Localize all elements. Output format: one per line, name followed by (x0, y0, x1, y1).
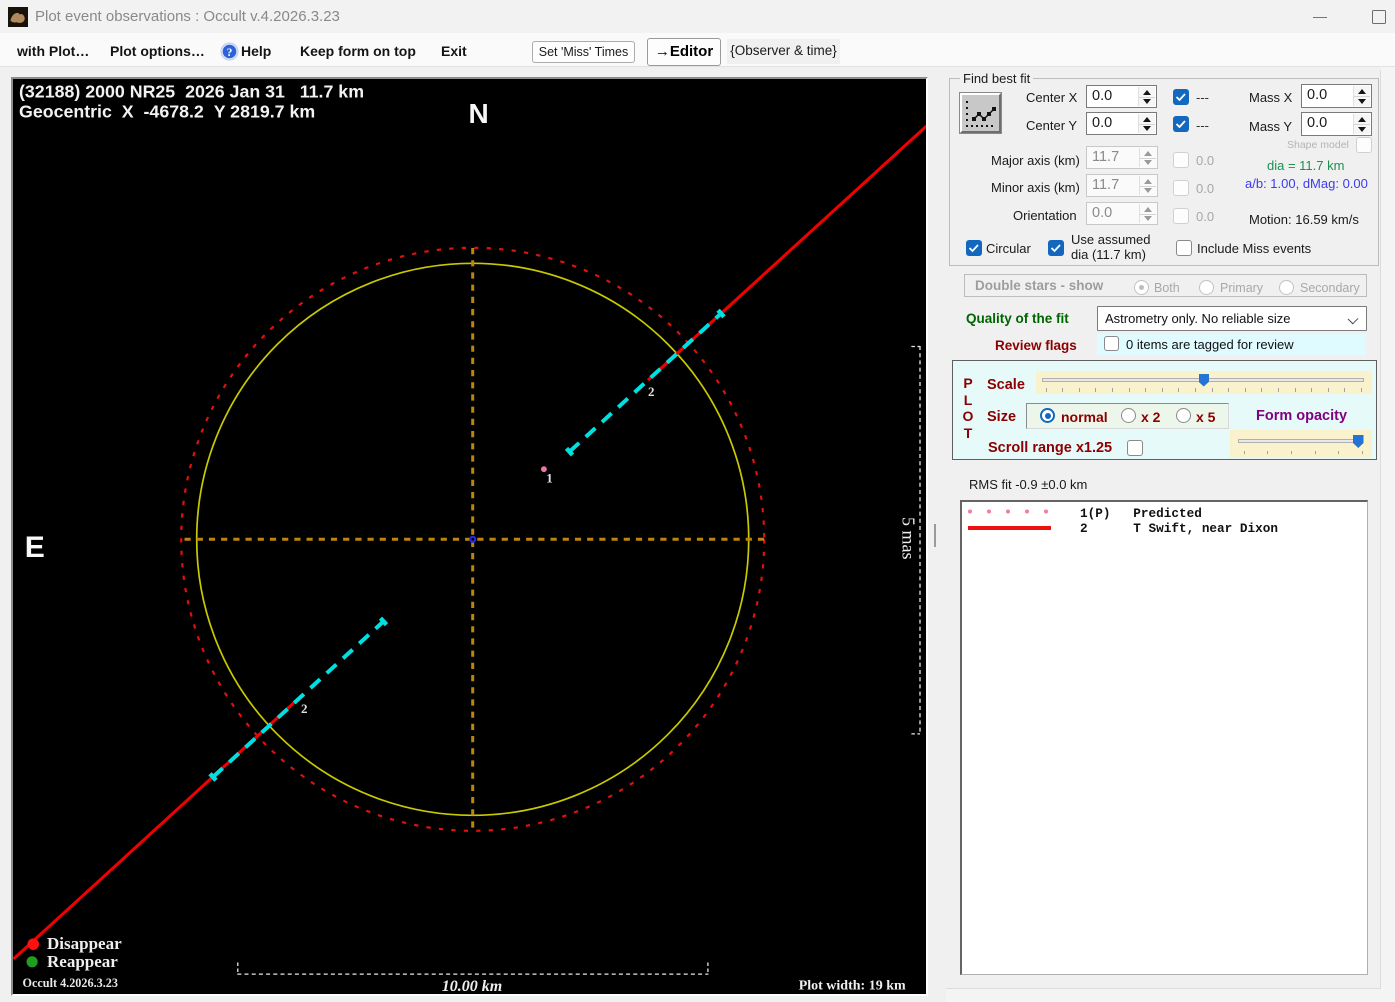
svg-text:Reappear: Reappear (47, 952, 118, 971)
svg-text:1: 1 (546, 471, 553, 486)
svg-text:N: N (469, 98, 489, 129)
svg-text:2: 2 (648, 384, 655, 399)
svg-text:10.00 km: 10.00 km (442, 978, 502, 994)
svg-text:2: 2 (301, 701, 308, 716)
svg-text:5 mas: 5 mas (899, 517, 919, 560)
svg-text:E: E (25, 531, 45, 564)
svg-text:Geocentric X -4678.2 Y 2819: Geocentric X -4678.2 Y 2819.7 km (19, 102, 315, 122)
svg-text:(32188) 2000 NR25 2026 Jan 31: (32188) 2000 NR25 2026 Jan 31 11.7 km (19, 82, 364, 102)
svg-text:Occult 4.2026.3.23: Occult 4.2026.3.23 (23, 976, 118, 990)
svg-text:1(P) Predicted: 1(P) Predicted (1080, 506, 1202, 521)
svg-text:Plot width: 19 km: Plot width: 19 km (799, 979, 906, 994)
svg-text:?: ? (227, 47, 233, 59)
svg-text:Disappear: Disappear (47, 934, 122, 953)
svg-text:2 T Swift, near Dixon: 2 T Swift, near Dixon (1080, 521, 1278, 536)
